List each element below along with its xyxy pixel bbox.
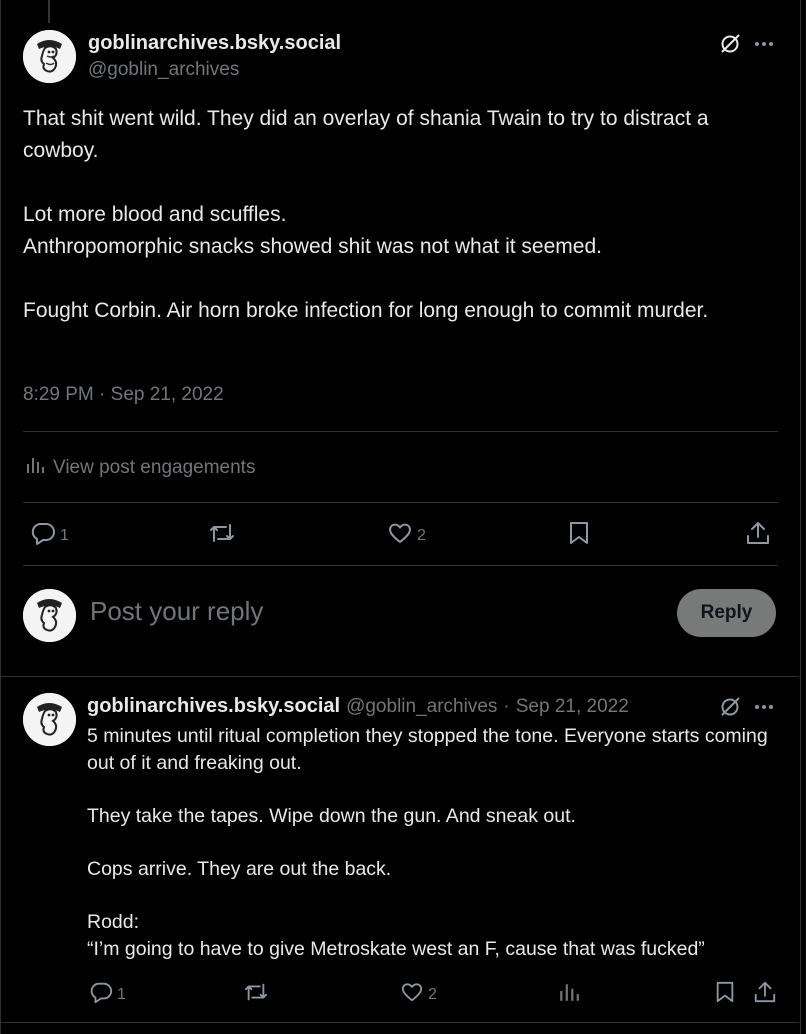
speech-bubble-icon (30, 520, 56, 551)
divider (23, 565, 778, 566)
more-dots-icon[interactable] (752, 695, 776, 719)
composer-avatar (23, 589, 76, 642)
retweet-icon (242, 980, 270, 1009)
share-action-button[interactable] (745, 520, 771, 551)
more-dots-icon[interactable] (752, 32, 776, 56)
avatar[interactable] (23, 693, 76, 746)
view-engagements-label: View post engagements (53, 457, 256, 478)
post-timestamp[interactable]: 8:29 PM · Sep 21, 2022 (23, 384, 224, 406)
divider (0, 1022, 799, 1023)
analytics-action-button[interactable] (558, 980, 580, 1009)
thread-connector-line (48, 0, 50, 23)
share-upload-icon (745, 520, 771, 551)
like-action-button[interactable]: 2 (387, 520, 426, 551)
like-count: 2 (428, 985, 437, 1003)
bookmark-action-button[interactable] (714, 980, 736, 1009)
author-display-name[interactable]: goblinarchives.bsky.social (88, 32, 341, 55)
post-body-text: That shit went wild. They did an overlay… (23, 107, 709, 322)
author-handle[interactable]: @goblin_archives (88, 59, 239, 81)
post-date[interactable]: Sep 21, 2022 (516, 696, 629, 718)
slashed-circle-icon[interactable] (718, 32, 742, 56)
author-display-name[interactable]: goblinarchives.bsky.social (87, 695, 340, 718)
reply-input[interactable]: Post your reply (90, 596, 263, 627)
bookmark-icon (714, 980, 736, 1009)
bar-chart-icon (558, 980, 580, 1009)
like-action-button[interactable]: 2 (400, 980, 437, 1009)
separator-dot: · (503, 696, 510, 717)
heart-icon (400, 980, 424, 1009)
divider (23, 502, 778, 503)
heart-icon (387, 520, 413, 551)
retweet-action-button[interactable] (242, 980, 270, 1009)
like-count: 2 (417, 526, 426, 544)
share-action-button[interactable] (753, 980, 777, 1009)
reply-count: 1 (117, 985, 126, 1003)
bar-chart-icon (25, 455, 45, 481)
reply-button[interactable]: Reply (677, 589, 776, 637)
reply-author-row: goblinarchives.bsky.social @goblin_archi… (87, 695, 629, 718)
view-engagements-link[interactable]: View post engagements (25, 455, 255, 481)
reply-count: 1 (60, 526, 69, 544)
divider (23, 431, 778, 432)
speech-bubble-icon (89, 980, 113, 1009)
retweet-action-button[interactable] (207, 520, 237, 551)
share-upload-icon (753, 980, 777, 1009)
reply-action-button[interactable]: 1 (89, 980, 126, 1009)
reply-body-text: 5 minutes until ritual completion they s… (87, 725, 768, 960)
divider (0, 676, 799, 677)
slashed-circle-icon[interactable] (718, 695, 742, 719)
reply-action-button[interactable]: 1 (30, 520, 69, 551)
bookmark-icon (567, 520, 591, 551)
avatar[interactable] (23, 30, 76, 83)
retweet-icon (207, 520, 237, 551)
bookmark-action-button[interactable] (567, 520, 591, 551)
author-handle[interactable]: @goblin_archives (346, 696, 497, 718)
